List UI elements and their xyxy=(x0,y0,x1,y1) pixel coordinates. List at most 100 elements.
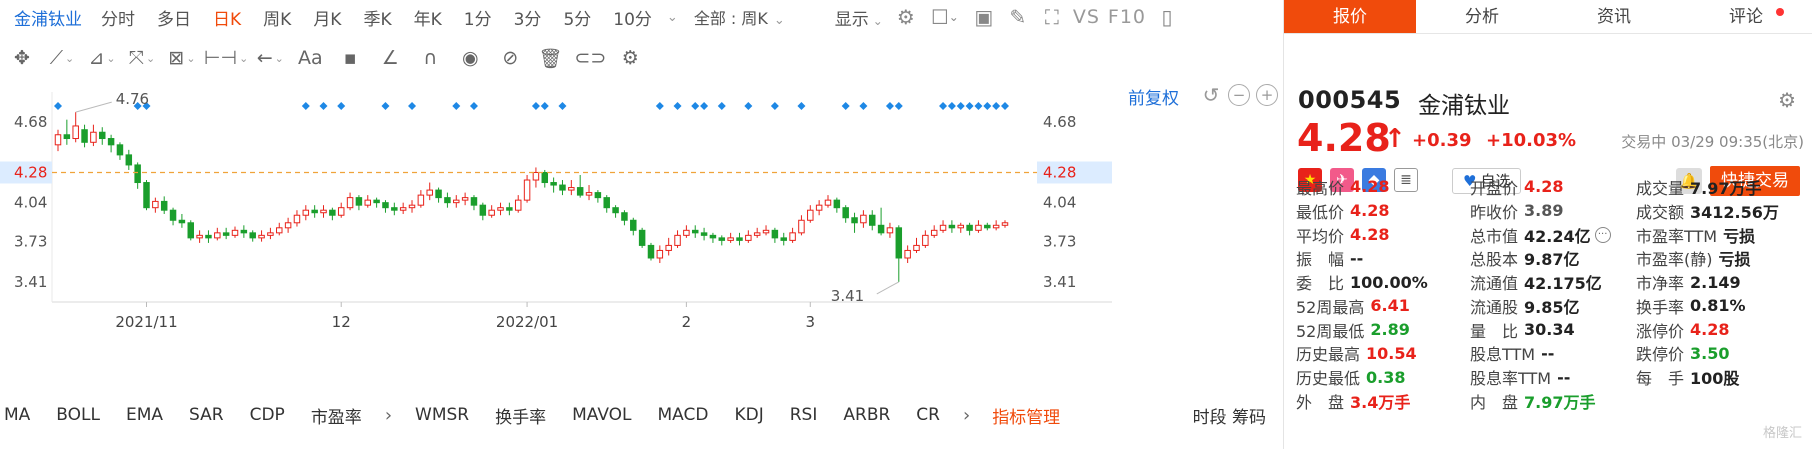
candle-body xyxy=(877,224,885,234)
quote-field-label: 历史最低 xyxy=(1296,369,1361,389)
candle-body xyxy=(160,200,168,211)
quote-field-value: 9.87亿 xyxy=(1524,250,1580,270)
indicator-ema[interactable]: EMA xyxy=(113,405,176,425)
event-marker-diamond xyxy=(992,102,1001,110)
tab-analysis[interactable]: 分析 xyxy=(1416,0,1548,33)
candle-body xyxy=(745,234,752,241)
indicator-ma[interactable]: MA xyxy=(0,405,43,425)
quote-field: 市盈率(静) 亏损 xyxy=(1636,246,1812,270)
candle-body xyxy=(762,229,770,234)
chart-overlay: 4.28 4.28 4.76 3.41 xyxy=(0,90,1112,305)
candle-body xyxy=(771,229,779,239)
indicator-kdj[interactable]: KDJ xyxy=(721,405,776,425)
event-marker-diamond xyxy=(956,102,965,110)
candle-body xyxy=(346,197,354,209)
quote-field-value: -- xyxy=(1541,343,1555,363)
stock-code: 000545 xyxy=(1298,86,1402,114)
x-tick-label: 2 xyxy=(682,313,692,331)
candle-body xyxy=(506,207,513,211)
candle-body xyxy=(576,187,584,196)
candle-body xyxy=(231,229,239,236)
candle-body xyxy=(895,227,903,259)
candle-body xyxy=(815,204,823,211)
candle-body xyxy=(284,222,292,229)
quote-field: 市盈率TTM 亏损 xyxy=(1636,223,1812,247)
quote-field: 最低价 4.28 xyxy=(1284,199,1460,223)
candle-body xyxy=(541,171,549,184)
last-price: 4.28 xyxy=(1297,116,1391,160)
candle-body xyxy=(957,224,964,229)
event-marker-diamond xyxy=(531,102,540,110)
candle-body xyxy=(683,229,690,236)
indicator-wmsr[interactable]: WMSR xyxy=(402,405,482,425)
event-marker-diamond xyxy=(558,102,567,110)
max-price-label: 4.76 xyxy=(116,90,149,108)
quote-field: 股息TTM -- xyxy=(1460,341,1636,365)
quote-field-value: -- xyxy=(1557,367,1571,387)
indicator-macd[interactable]: MACD xyxy=(645,405,722,425)
candle-body xyxy=(391,207,398,211)
quote-pane: 报价 分析 资讯 评论 000545 金浦钛业 ⚙ 4.28 ↑ +0.39 +… xyxy=(1283,0,1812,449)
indicator-arbr[interactable]: ARBR xyxy=(830,405,903,425)
quote-field-label: 跌停价 xyxy=(1636,345,1685,365)
chevron-right-icon[interactable]: › xyxy=(953,405,980,426)
kline-chart[interactable]: 4.68 4.68 4.04 4.04 3.73 3.73 3.41 3.41 2021/11 1… xyxy=(0,0,1280,449)
quote-field-label: 成交量 xyxy=(1636,178,1685,198)
indicator-cr[interactable]: CR xyxy=(903,405,953,425)
more-icon[interactable]: ··· xyxy=(1594,226,1611,243)
indicator-mavol[interactable]: MAVOL xyxy=(559,405,644,425)
quote-field: 历史最高 10.54 xyxy=(1284,341,1460,365)
tab-news[interactable]: 资讯 xyxy=(1548,0,1680,33)
indicator-cdp[interactable]: CDP xyxy=(237,405,298,425)
quote-field-label: 总市值 xyxy=(1470,226,1519,246)
indicator-manage-button[interactable]: 指标管理 xyxy=(980,403,1072,428)
event-marker-diamond xyxy=(655,102,664,110)
candle-body xyxy=(842,207,849,219)
candle-body xyxy=(523,179,531,201)
candle-body xyxy=(497,207,504,211)
indicator-pe[interactable]: 市盈率 xyxy=(298,403,375,428)
min-price-label: 3.41 xyxy=(831,287,864,305)
chevron-right-icon[interactable]: › xyxy=(375,405,402,426)
candle-body xyxy=(709,234,717,239)
tab-comments[interactable]: 评论 xyxy=(1680,0,1812,33)
gear-icon[interactable]: ⚙ xyxy=(1778,88,1796,112)
event-marker-diamond xyxy=(54,102,62,110)
x-tick-label: 2021/11 xyxy=(115,313,177,331)
quote-field: 52周最低 2.89 xyxy=(1284,318,1460,342)
current-price-label-right: 4.28 xyxy=(1043,163,1076,181)
x-tick-label: 3 xyxy=(806,313,816,331)
quote-field: 涨停价 4.28 xyxy=(1636,318,1812,342)
price-change-pct: +10.03% xyxy=(1486,130,1577,151)
quote-field-row: 平均价 4.28 总市值 42.24亿 ··· 市盈率TTM 亏损 xyxy=(1284,223,1812,247)
event-markers xyxy=(54,102,1009,110)
quote-tabs: 报价 分析 资讯 评论 xyxy=(1284,0,1812,34)
event-marker-diamond xyxy=(452,102,461,110)
candle-body xyxy=(417,194,425,206)
candle-body xyxy=(984,224,991,229)
candle-body xyxy=(399,207,407,211)
candle-body xyxy=(293,214,301,224)
candle-body xyxy=(72,125,79,140)
quote-field-row: 最高价 4.28 开盘价 4.28 成交量 7.97万手 xyxy=(1284,175,1812,199)
quote-field-value: 7.97万手 xyxy=(1524,393,1596,413)
event-marker-diamond xyxy=(1001,102,1009,110)
period-chips-button[interactable]: 时段 筹码 xyxy=(1193,403,1280,428)
quote-field-value: 3.89 xyxy=(1524,201,1564,221)
event-marker-diamond xyxy=(894,102,903,110)
candle-body xyxy=(134,164,141,184)
indicator-rsi[interactable]: RSI xyxy=(777,405,831,425)
candle-body xyxy=(691,229,699,234)
indicator-turnover[interactable]: 换手率 xyxy=(482,403,559,428)
quote-field-label: 涨停价 xyxy=(1636,321,1685,341)
indicator-sar[interactable]: SAR xyxy=(176,405,237,425)
quote-field-value: 9.85亿 xyxy=(1524,297,1580,317)
tab-quote[interactable]: 报价 xyxy=(1284,0,1416,33)
quote-field-label: 外 盘 xyxy=(1296,393,1345,413)
indicator-boll[interactable]: BOLL xyxy=(43,405,113,425)
candle-body xyxy=(453,199,460,204)
candle-body xyxy=(143,182,150,209)
event-marker-diamond xyxy=(337,102,346,110)
candle-body xyxy=(311,209,318,214)
stock-name: 金浦钛业 xyxy=(1418,93,1510,119)
